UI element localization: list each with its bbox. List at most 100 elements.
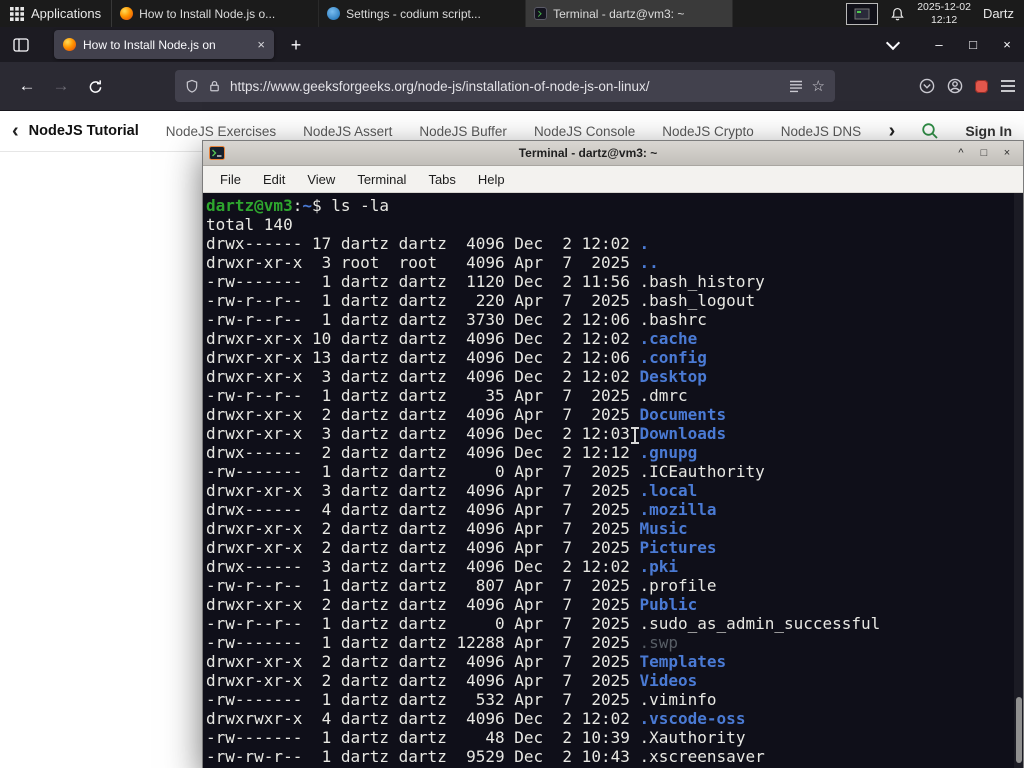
line-meta: drwx------ 4 dartz dartz 4096 Apr 7 2025	[206, 500, 640, 519]
line-meta: drwxrwxr-x 4 dartz dartz 4096 Dec 2 12:0…	[206, 709, 640, 728]
pocket-icon[interactable]	[919, 78, 935, 94]
padlock-icon[interactable]	[208, 79, 221, 93]
back-button[interactable]: ←	[10, 69, 44, 103]
url-text[interactable]: https://www.geeksforgeeks.org/node-js/in…	[230, 79, 780, 94]
browser-close-button[interactable]: ×	[990, 27, 1024, 62]
terminal-body[interactable]: dartz@vm3:~$ ls -la total 140 drwx------…	[203, 193, 1023, 768]
top-panel: Applications How to Install Node.js o...…	[0, 0, 1024, 27]
taskbar-button-codium[interactable]: Settings - codium script...	[319, 0, 527, 27]
file-name: .viminfo	[639, 690, 717, 709]
tracking-shield-icon[interactable]	[185, 79, 199, 94]
list-all-tabs-icon[interactable]	[878, 31, 908, 59]
file-name: .profile	[639, 576, 717, 595]
nav-item-nodejs-assert[interactable]: NodeJS Assert	[303, 124, 392, 139]
terminal-line: drwxr-xr-x 10 dartz dartz 4096 Dec 2 12:…	[206, 329, 1023, 348]
menu-view[interactable]: View	[296, 172, 346, 187]
terminal-maximize-button[interactable]: □	[974, 144, 994, 162]
line-meta: -rw-r--r-- 1 dartz dartz 35 Apr 7 2025	[206, 386, 640, 405]
terminal-line: -rw-r--r-- 1 dartz dartz 35 Apr 7 2025 .…	[206, 386, 1023, 405]
nav-item-nodejs-exercises[interactable]: NodeJS Exercises	[166, 124, 276, 139]
menu-terminal[interactable]: Terminal	[346, 172, 417, 187]
nav-item-nodejs-dns[interactable]: NodeJS DNS	[781, 124, 861, 139]
file-name: Pictures	[639, 538, 717, 557]
terminal-line: drwxr-xr-x 2 dartz dartz 4096 Apr 7 2025…	[206, 519, 1023, 538]
file-name: .xscreensaver	[639, 747, 765, 766]
panel-clock[interactable]: 2025-12-02 12:12	[917, 1, 971, 26]
mouse-text-cursor	[631, 427, 639, 444]
terminal-line: -rw------- 1 dartz dartz 1120 Dec 2 11:5…	[206, 272, 1023, 291]
menu-hamburger-icon[interactable]	[1000, 79, 1016, 93]
line-meta: drwx------ 17 dartz dartz 4096 Dec 2 12:…	[206, 234, 640, 253]
line-meta: drwx------ 3 dartz dartz 4096 Dec 2 12:0…	[206, 557, 640, 576]
search-icon[interactable]	[921, 122, 939, 140]
file-name: ..	[639, 253, 659, 272]
menu-tabs[interactable]: Tabs	[417, 172, 466, 187]
sign-in-button[interactable]: Sign In	[965, 123, 1012, 139]
file-name: .sudo_as_admin_successful	[639, 614, 881, 633]
terminal-line: drwxr-xr-x 2 dartz dartz 4096 Apr 7 2025…	[206, 671, 1023, 690]
nav-item-nodejs-crypto[interactable]: NodeJS Crypto	[662, 124, 754, 139]
bookmark-star-icon[interactable]: ☆	[812, 77, 825, 95]
terminal-titlebar[interactable]: Terminal - dartz@vm3: ~ ^ □ ×	[203, 141, 1023, 166]
file-name: Music	[639, 519, 688, 538]
line-meta: drwxr-xr-x 3 dartz dartz 4096 Dec 2 12:0…	[206, 367, 640, 386]
line-meta: drwxr-xr-x 2 dartz dartz 4096 Apr 7 2025	[206, 538, 640, 557]
file-name: Public	[639, 595, 698, 614]
terminal-shade-button[interactable]: ^	[951, 144, 971, 162]
line-meta: drwxr-xr-x 2 dartz dartz 4096 Apr 7 2025	[206, 652, 640, 671]
firefox-favicon	[63, 38, 76, 51]
new-tab-button[interactable]: +	[282, 31, 310, 59]
applications-grid-icon	[10, 6, 24, 21]
tab-title: How to Install Node.js on	[83, 37, 216, 52]
file-name: Documents	[639, 405, 727, 424]
terminal-line: drwxr-xr-x 13 dartz dartz 4096 Dec 2 12:…	[206, 348, 1023, 367]
nav-item-nodejs-tutorial[interactable]: NodeJS Tutorial	[29, 123, 139, 139]
line-meta: -rw------- 1 dartz dartz 1120 Dec 2 11:5…	[206, 272, 640, 291]
tab-close-icon[interactable]: ×	[257, 37, 265, 52]
site-nav-right: › Sign In	[875, 121, 1012, 141]
nav-item-nodejs-buffer[interactable]: NodeJS Buffer	[419, 124, 507, 139]
prompt-command: ls -la	[331, 196, 390, 215]
applications-menu-button[interactable]: Applications	[0, 0, 113, 27]
line-meta: -rw------- 1 dartz dartz 48 Dec 2 10:39	[206, 728, 640, 747]
line-meta: drwxr-xr-x 2 dartz dartz 4096 Apr 7 2025	[206, 671, 640, 690]
menu-edit[interactable]: Edit	[252, 172, 296, 187]
terminal-total-line: total 140	[206, 215, 293, 234]
terminal-close-button[interactable]: ×	[997, 144, 1017, 162]
terminal-scrollbar-thumb[interactable]	[1016, 697, 1022, 763]
forward-button[interactable]: →	[44, 69, 78, 103]
desktop: Applications How to Install Node.js o...…	[0, 0, 1024, 768]
account-icon[interactable]	[947, 78, 963, 94]
menu-help[interactable]: Help	[467, 172, 516, 187]
file-name: .swp	[639, 633, 679, 652]
prompt-colon: :	[292, 196, 303, 215]
file-name: .mozilla	[639, 500, 717, 519]
terminal-line: -rw------- 1 dartz dartz 532 Apr 7 2025 …	[206, 690, 1023, 709]
terminal-line: drwxr-xr-x 2 dartz dartz 4096 Apr 7 2025…	[206, 595, 1023, 614]
notification-bell-icon[interactable]	[890, 6, 905, 22]
workspace-switcher[interactable]	[846, 2, 879, 25]
terminal-line: -rw-r--r-- 1 dartz dartz 3730 Dec 2 12:0…	[206, 310, 1023, 329]
nav-scroll-left-icon[interactable]: ‹	[12, 121, 19, 141]
line-meta: -rw------- 1 dartz dartz 0 Apr 7 2025	[206, 462, 640, 481]
firefox-tabbar: How to Install Node.js on × + – □ ×	[0, 27, 1024, 62]
firefox-view-icon[interactable]	[6, 31, 36, 59]
url-bar[interactable]: https://www.geeksforgeeks.org/node-js/in…	[175, 70, 835, 102]
panel-username[interactable]: Dartz	[983, 6, 1014, 21]
nav-item-nodejs-console[interactable]: NodeJS Console	[534, 124, 635, 139]
recording-indicator-icon[interactable]	[975, 79, 988, 93]
reload-button[interactable]	[78, 69, 112, 103]
reader-view-icon[interactable]	[789, 80, 803, 93]
browser-maximize-button[interactable]: □	[956, 27, 990, 62]
taskbar-button-terminal[interactable]: Terminal - dartz@vm3: ~	[526, 0, 734, 27]
panel-tray: 2025-12-02 12:12 Dartz	[846, 1, 1024, 26]
terminal-scrollbar[interactable]	[1014, 193, 1023, 768]
taskbar-button-firefox[interactable]: How to Install Node.js o...	[112, 0, 320, 27]
terminal-line: -rw------- 1 dartz dartz 12288 Apr 7 202…	[206, 633, 1023, 652]
menu-file[interactable]: File	[209, 172, 252, 187]
browser-tab[interactable]: How to Install Node.js on ×	[54, 30, 274, 59]
terminal-window-icon	[209, 145, 225, 161]
line-meta: -rw-r--r-- 1 dartz dartz 807 Apr 7 2025	[206, 576, 640, 595]
browser-minimize-button[interactable]: –	[922, 27, 956, 62]
nav-scroll-right-icon[interactable]: ›	[889, 121, 896, 141]
